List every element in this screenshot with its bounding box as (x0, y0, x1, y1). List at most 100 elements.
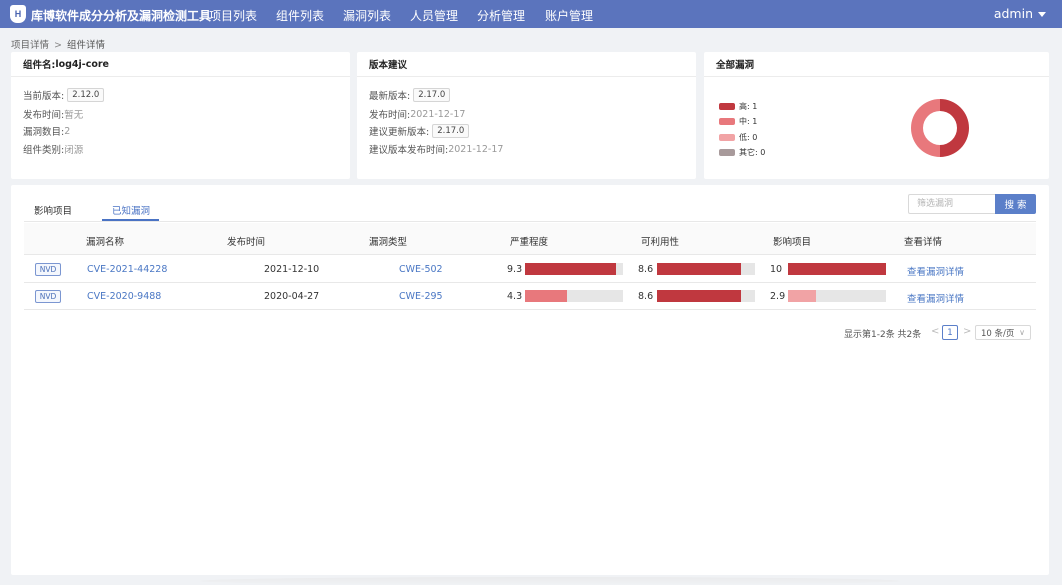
latest-release-date-row: 发布时间: 2021-12-17 (369, 107, 466, 122)
release-date-row: 发布时间: 暂无 (23, 107, 83, 121)
latest-release-date-label: 发布时间: (369, 110, 411, 121)
latest-version-label: 最新版本: (369, 91, 411, 102)
search-button[interactable]: 搜 索 (995, 194, 1036, 214)
latest-version-row: 最新版本: 2.17.0 (369, 88, 451, 102)
caret-down-icon[interactable] (1038, 11, 1046, 17)
filter-vulnerability-input[interactable] (908, 194, 995, 214)
header-severity: 严重程度 (510, 237, 549, 248)
header-exploitability: 可利用性 (641, 237, 680, 248)
vulnerability-panel: 影响项目 已知漏洞 搜 索 漏洞名称 发布时间 漏洞类型 严重程度 可利用性 影… (11, 185, 1049, 575)
page-size-value: 10 条/页 (981, 328, 1015, 339)
legend-label-high: 高: 1 (739, 102, 758, 111)
next-page-icon[interactable]: > (963, 326, 971, 337)
suggested-version-value: 2.17.0 (432, 124, 470, 138)
severity-bar (525, 290, 623, 302)
current-version-row: 当前版本: 2.12.0 (23, 88, 105, 102)
latest-version-value: 2.17.0 (413, 88, 451, 102)
legend-label-medium: 中: 1 (739, 117, 758, 126)
view-vuln-details-link[interactable]: 查看漏洞详情 (907, 291, 964, 305)
suggested-release-date-row: 建议版本发布时间: 2021-12-17 (369, 142, 504, 157)
legend-other[interactable]: 其它: 0 (719, 147, 765, 158)
release-date-cell: 2020-04-27 (264, 291, 320, 302)
release-date-value: 暂无 (64, 110, 84, 121)
nav-project-list[interactable]: 项目列表 (209, 7, 257, 24)
vuln-count-label: 漏洞数目: (23, 127, 65, 138)
exploitability-bar-fill (657, 290, 742, 302)
vuln-count-row: 漏洞数目: 2 (23, 124, 71, 139)
severity-bar-fill (525, 290, 568, 302)
component-name-label: 组件名: (23, 60, 56, 71)
cwe-link[interactable]: CWE-295 (399, 291, 443, 302)
legend-medium[interactable]: 中: 1 (719, 116, 757, 127)
app-title[interactable]: 库博软件成分分析及漏洞检测工具 (31, 7, 211, 24)
breadcrumb: 项目详情 > 组件详情 (11, 37, 105, 51)
username[interactable]: admin (994, 6, 1033, 21)
impact-bar (788, 290, 886, 302)
cve-link[interactable]: CVE-2021-44228 (87, 264, 167, 275)
nav-account-management[interactable]: 账户管理 (545, 7, 593, 24)
page-1-button[interactable]: 1 (942, 325, 958, 340)
impact-bar-fill (788, 263, 886, 275)
donut-slice-中[interactable] (911, 99, 940, 157)
exploitability-score: 8.6 (638, 291, 654, 302)
chevron-down-icon: ∨ (1019, 328, 1025, 337)
nav-vulnerability-list[interactable]: 漏洞列表 (343, 7, 391, 24)
cve-link[interactable]: CVE-2020-9488 (87, 291, 161, 302)
header-impact: 影响项目 (773, 237, 812, 248)
component-category-value: 闭源 (64, 145, 84, 156)
tab-known-vulnerabilities[interactable]: 已知漏洞 (112, 203, 150, 217)
bottom-shadow (200, 577, 900, 585)
exploitability-bar (657, 290, 755, 302)
current-version-label: 当前版本: (23, 91, 65, 102)
legend-low[interactable]: 低: 0 (719, 132, 757, 143)
nav-component-list[interactable]: 组件列表 (276, 7, 324, 24)
breadcrumb-separator: > (54, 40, 62, 51)
severity-bar-fill (525, 263, 617, 275)
exploitability-bar-fill (657, 263, 742, 275)
nav-analysis-management[interactable]: 分析管理 (477, 7, 525, 24)
breadcrumb-current: 组件详情 (66, 40, 105, 51)
table-row: NVD CVE-2021-44228 2021-12-10 CWE-502 9.… (24, 256, 1036, 283)
component-info-card: 组件名: log4j-core 当前版本: 2.12.0 发布时间: 暂无 漏洞… (11, 52, 350, 179)
app-logo-icon[interactable]: H (10, 5, 26, 23)
suggested-version-row: 建议更新版本: 2.17.0 (369, 124, 470, 138)
latest-release-date-value: 2021-12-17 (410, 108, 466, 120)
legend-swatch-other (719, 149, 735, 156)
legend-label-other: 其它: 0 (739, 148, 766, 157)
user-menu[interactable]: admin (994, 6, 1046, 21)
severity-score: 9.3 (507, 264, 523, 275)
impact-score: 2.9 (770, 291, 786, 302)
legend-high[interactable]: 高: 1 (719, 101, 757, 112)
header-view-details: 查看详情 (904, 237, 943, 248)
top-navbar: H 库博软件成分分析及漏洞检测工具 项目列表 组件列表 漏洞列表 人员管理 分析… (0, 0, 1062, 28)
severity-score: 4.3 (507, 291, 523, 302)
impact-bar-fill (788, 290, 817, 302)
breadcrumb-project-detail[interactable]: 项目详情 (11, 40, 49, 51)
component-name-value: log4j-core (55, 58, 109, 70)
header-vuln-name: 漏洞名称 (86, 237, 125, 248)
vuln-count-value: 2 (64, 125, 71, 137)
all-vulnerabilities-card: 全部漏洞 高: 1 中: 1 低: 0 其它: 0 (704, 52, 1049, 179)
release-date-label: 发布时间: (23, 110, 65, 121)
suggested-release-date-label: 建议版本发布时间: (369, 145, 449, 156)
donut-slice-高[interactable] (940, 99, 969, 157)
cwe-link[interactable]: CWE-502 (399, 264, 443, 275)
page-size-select[interactable]: 10 条/页 ∨ (975, 325, 1031, 340)
suggested-release-date-value: 2021-12-17 (448, 143, 504, 155)
table-header: 漏洞名称 发布时间 漏洞类型 严重程度 可利用性 影响项目 查看详情 (24, 223, 1036, 255)
exploitability-bar (657, 263, 755, 275)
component-category-row: 组件类别: 闭源 (23, 142, 83, 156)
table-row: NVD CVE-2020-9488 2020-04-27 CWE-295 4.3… (24, 283, 1036, 310)
component-category-label: 组件类别: (23, 145, 65, 156)
nvd-source-badge: NVD (35, 263, 61, 276)
prev-page-icon[interactable]: < (931, 326, 939, 337)
vuln-card-header: 全部漏洞 (704, 52, 1049, 77)
header-release-date: 发布时间 (227, 237, 266, 248)
exploitability-score: 8.6 (638, 264, 654, 275)
suggested-version-label: 建议更新版本: (369, 127, 430, 138)
tab-affected-projects[interactable]: 影响项目 (34, 203, 72, 217)
nav-user-management[interactable]: 人员管理 (410, 7, 458, 24)
impact-score: 10 (770, 264, 783, 275)
view-vuln-details-link[interactable]: 查看漏洞详情 (907, 264, 964, 278)
vulnerability-donut-chart (911, 99, 969, 157)
